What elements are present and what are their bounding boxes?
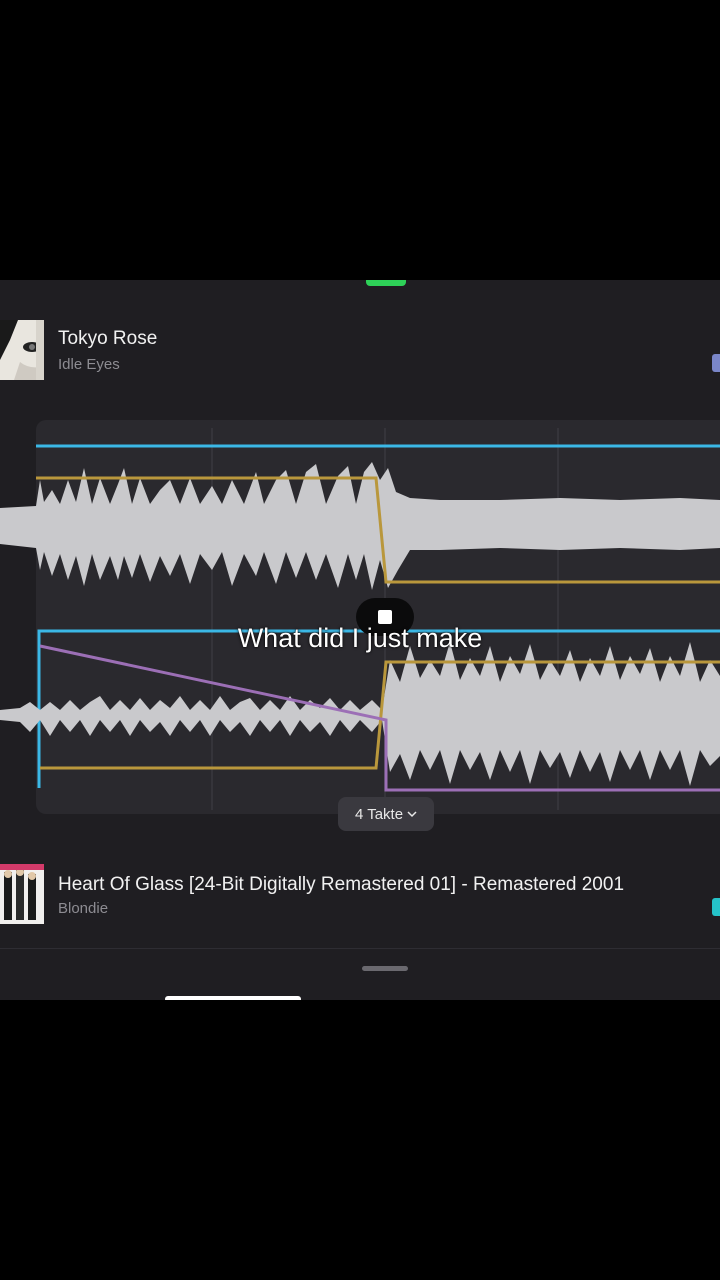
stop-icon xyxy=(378,610,392,624)
track-row-top[interactable]: Tokyo Rose Idle Eyes xyxy=(0,318,720,388)
home-indicator[interactable] xyxy=(165,996,301,1000)
track-artist-bottom: Blondie xyxy=(58,900,109,917)
track-title-top: Tokyo Rose xyxy=(58,328,158,349)
track-badge-bottom[interactable] xyxy=(712,898,720,916)
drag-handle[interactable] xyxy=(362,966,408,971)
bars-length-selector[interactable]: 4 Takte xyxy=(338,797,434,831)
status-pill xyxy=(366,280,406,286)
album-art-top xyxy=(0,320,44,380)
track-title-bottom: Heart Of Glass [24-Bit Digitally Remaste… xyxy=(58,874,625,895)
video-caption: What did I just make xyxy=(237,623,483,653)
album-art-bottom xyxy=(0,864,44,924)
bars-length-label: 4 Takte xyxy=(354,805,404,823)
track-row-bottom[interactable]: Heart Of Glass [24-Bit Digitally Remaste… xyxy=(0,860,720,930)
mix-app: Tokyo Rose Idle Eyes What did I just mak… xyxy=(0,280,720,1000)
chevron-down-icon xyxy=(407,811,417,818)
track-badge-top[interactable] xyxy=(712,354,720,372)
waveform-top xyxy=(0,462,720,590)
track-artist-top: Idle Eyes xyxy=(58,356,120,373)
divider xyxy=(0,948,720,949)
